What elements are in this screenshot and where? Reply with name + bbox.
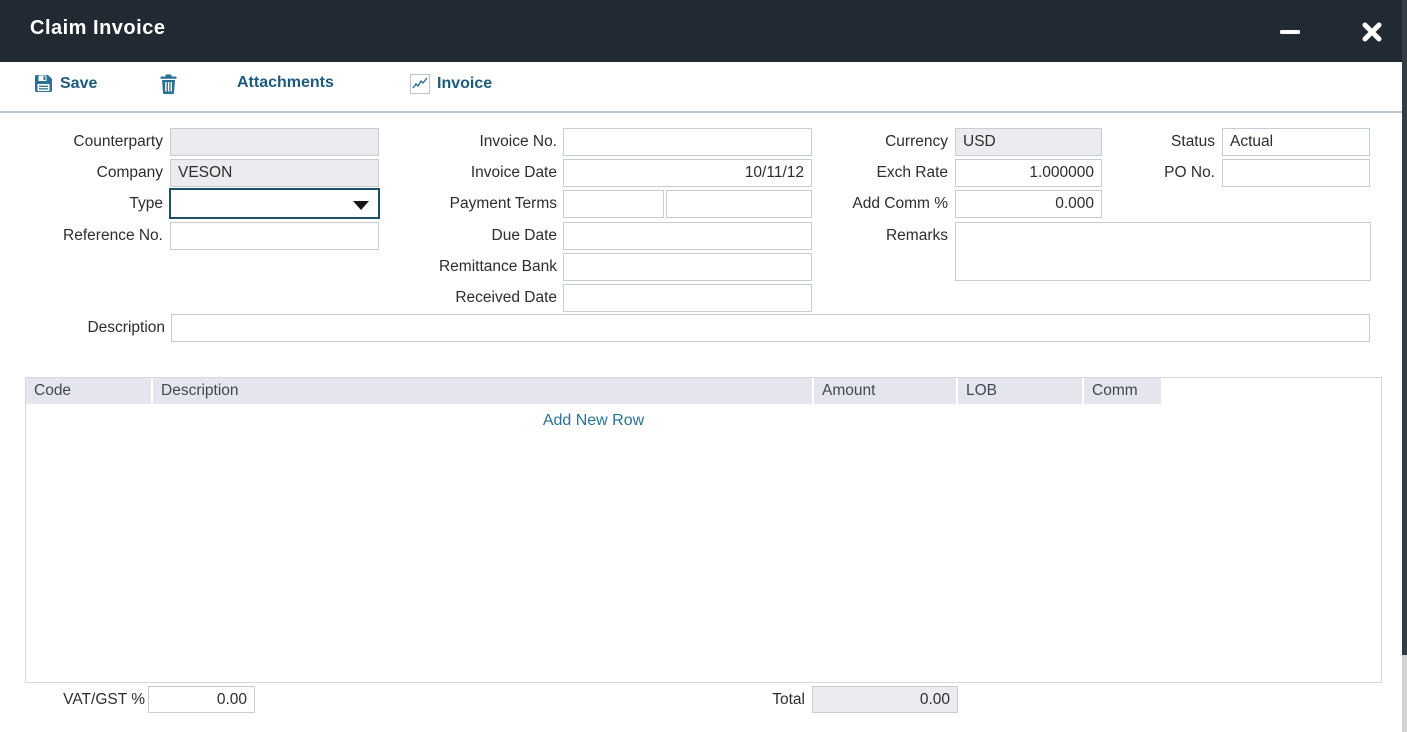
invoice-label: Invoice [437,75,492,93]
company-field [170,159,379,187]
payment-terms-description-field[interactable] [666,190,812,218]
add-comm-pct-label: Add Comm % [820,190,948,218]
currency-field [955,128,1102,156]
received-date-label: Received Date [380,284,557,312]
chart-icon [410,74,430,94]
po-no-field[interactable] [1222,159,1370,187]
invoice-date-label: Invoice Date [380,159,557,187]
exch-rate-field[interactable] [955,159,1102,187]
total-field [812,686,958,713]
payment-terms-label: Payment Terms [380,190,557,218]
exch-rate-label: Exch Rate [820,159,948,187]
company-label: Company [20,159,163,187]
attachments-label: Attachments [237,74,334,92]
received-date-field[interactable] [563,284,812,312]
remarks-field[interactable] [955,222,1371,281]
vat-gst-field[interactable] [148,686,255,713]
delete-button[interactable] [160,74,177,94]
column-header-lob: LOB [958,378,1082,404]
type-select[interactable] [169,188,380,219]
due-date-field[interactable] [563,222,812,250]
type-label: Type [20,190,163,218]
save-icon [34,74,53,93]
add-new-row-link[interactable]: Add New Row [26,412,1161,430]
reference-no-field[interactable] [170,222,379,250]
invoice-date-field[interactable] [563,159,812,187]
counterparty-field [170,128,379,156]
status-label: Status [1105,128,1215,156]
window-right-edge-bottom [1402,655,1407,732]
invoice-button[interactable]: Invoice [410,74,492,94]
save-label: Save [60,75,97,93]
line-items-table: Code Description Amount LOB Comm Add New… [25,377,1382,683]
window-right-edge [1402,0,1407,655]
column-header-description: Description [153,378,812,404]
total-label: Total [680,686,805,713]
description-label: Description [20,314,165,342]
line-items-header: Code Description Amount LOB Comm [26,378,1161,404]
title-bar: Claim Invoice [0,0,1407,62]
add-comm-pct-field[interactable] [955,190,1102,218]
reference-no-label: Reference No. [20,222,163,250]
status-field[interactable] [1222,128,1370,156]
close-icon [1362,22,1382,42]
counterparty-label: Counterparty [20,128,163,156]
chevron-down-icon [353,201,369,210]
column-header-code: Code [26,378,151,404]
claim-invoice-window: Claim Invoice [0,0,1407,732]
column-header-comm: Comm [1084,378,1161,404]
trash-icon [160,74,177,94]
minimize-icon [1279,29,1301,35]
remittance-bank-field[interactable] [563,253,812,281]
description-field[interactable] [171,314,1370,342]
vat-gst-label: VAT/GST % [20,686,145,713]
toolbar: Save Attachments [0,62,1402,113]
attachments-button[interactable]: Attachments [237,74,334,92]
save-button[interactable]: Save [34,74,97,93]
payment-terms-code-field[interactable] [563,190,664,218]
column-header-amount: Amount [814,378,956,404]
minimize-button[interactable] [1272,14,1308,50]
close-button[interactable] [1354,14,1390,50]
remittance-bank-label: Remittance Bank [380,253,557,281]
invoice-no-field[interactable] [563,128,812,156]
page-title: Claim Invoice [30,17,165,40]
currency-label: Currency [820,128,948,156]
due-date-label: Due Date [380,222,557,250]
remarks-label: Remarks [820,222,948,250]
po-no-label: PO No. [1105,159,1215,187]
invoice-no-label: Invoice No. [380,128,557,156]
